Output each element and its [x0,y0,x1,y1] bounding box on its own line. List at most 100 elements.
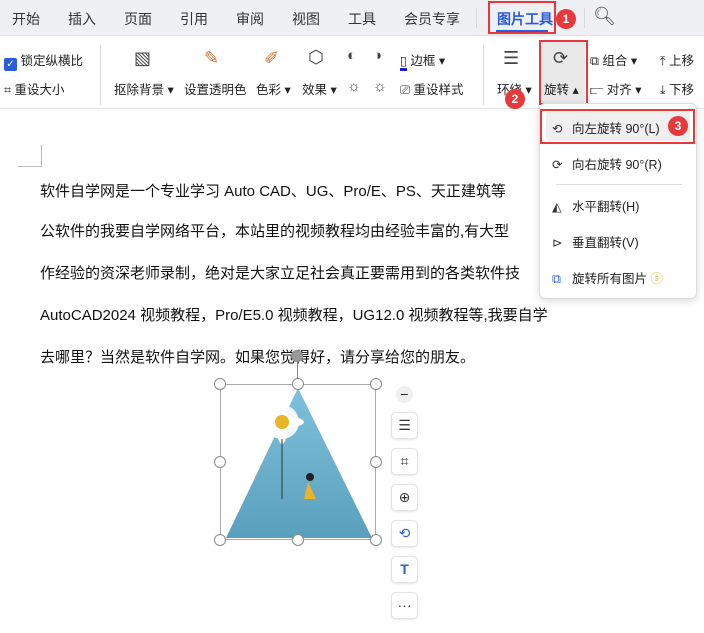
resize-handle[interactable] [214,534,226,546]
menu-item-rotate-right[interactable]: ⟳ 向右旋转 90°(R) [552,154,662,173]
tab-references[interactable]: 引用 [180,9,208,29]
remove-bg-label: 抠除背景 [114,83,165,97]
highlight-box-1 [488,1,556,34]
group-icon: ⧉ [590,54,599,68]
rotate-icon: ⟲ [398,525,411,541]
step-badge-1: 1 [556,9,576,29]
ribbon-toolbar: ✓ 锁定纵横比 ⌗ 重设大小 ▧ 抠除背景 ▾ ✎ 设置透明色 ✐ 色彩 ▾ ⬡… [0,37,704,109]
brightness-down-icon[interactable]: ☼ [373,79,387,94]
border-icon: ▯ [400,54,407,71]
checkbox-checked-icon: ✓ [4,58,17,71]
ribbon-tabs: 开始 插入 页面 引用 审阅 视图 工具 会员专享 图片工具 🔍︎ [0,0,704,36]
wrap-layout-button[interactable]: ☰ [391,412,418,439]
resize-handle[interactable] [370,456,382,468]
resize-handle[interactable] [370,378,382,390]
zoom-in-icon: ⊕ [398,489,411,505]
move-down-label: 下移 [669,83,695,97]
transparent-color-icon: ✎ [204,48,220,68]
rotate-right-label: 向右旋转 90°(R) [572,158,662,172]
move-down-button[interactable]: ⤓ 下移 [660,79,694,98]
collapse-icon[interactable]: − [396,386,413,403]
premium-icon: ⓢ [650,272,664,286]
margin-corner-mark [18,145,42,167]
reset-size-icon: ⌗ [4,83,12,97]
group-button[interactable]: ⧉ 组合 ▾ [590,50,637,69]
resize-handle[interactable] [214,456,226,468]
tab-view[interactable]: 视图 [292,9,320,29]
lock-ratio-checkbox[interactable]: ✓ 锁定纵横比 [4,50,83,71]
step-badge-3: 3 [668,116,688,136]
highlight-box-2 [539,40,588,105]
more-icon: ··· [397,597,412,613]
tab-member[interactable]: 会员专享 [404,9,460,29]
step-badge-2: 2 [505,89,525,109]
effects-button[interactable]: 效果 ▾ [302,79,337,98]
color-button[interactable]: 色彩 ▾ [256,79,291,98]
flip-vertical-icon: ⊳ [552,236,563,250]
search-icon[interactable]: 🔍︎ [593,7,616,25]
flip-v-label: 垂直翻转(V) [572,236,639,250]
lock-ratio-label: 锁定纵横比 [20,54,83,68]
rotate-all-icon: ⧉ [552,272,561,286]
tab-page[interactable]: 页面 [124,9,152,29]
remove-background-button[interactable]: 抠除背景 ▾ [114,79,174,98]
rotate-side-button[interactable]: ⟲ [391,520,418,547]
zoom-in-button[interactable]: ⊕ [391,484,418,511]
color-icon: ✐ [264,48,280,68]
doc-line: 去哪里？当然是软件自学网。如果您觉得好，请分享给您的朋友。 [40,349,476,366]
doc-line: AutoCAD2024 视频教程，Pro/E5.0 视频教程，UG12.0 视频… [40,307,548,324]
crop-icon: ⌗ [400,453,409,469]
menu-item-rotate-all[interactable]: ⧉ 旋转所有图片 ⓢ [552,268,663,287]
wrap-icon: ☰ [398,417,411,433]
text-extract-icon: T [400,561,409,577]
menu-item-flip-horizontal[interactable]: ◭ 水平翻转(H) [552,196,639,215]
crop-button[interactable]: ⌗ [391,448,418,475]
effects-icon: ⬡ [308,47,324,67]
move-up-button[interactable]: ⤒ 上移 [660,50,694,69]
brightness-up-icon[interactable]: ☼ [347,79,361,94]
rotate-right-icon: ⟳ [552,158,563,172]
color-label: 色彩 [256,83,282,97]
resize-handle[interactable] [292,378,304,390]
set-transparent-button[interactable]: 设置透明色 [184,79,247,98]
reset-style-icon: ⎚ [400,83,411,97]
tab-review[interactable]: 审阅 [236,9,264,29]
flip-horizontal-icon: ◭ [552,200,562,214]
reset-style-button[interactable]: ⎚ 重设样式 [400,79,464,98]
border-button[interactable]: ▯ 边框 ▾ [400,50,445,71]
move-up-label: 上移 [669,54,695,68]
resize-handle[interactable] [370,534,382,546]
border-label: 边框 [410,54,436,68]
doc-line: 软件自学网是一个专业学习 Auto CAD、UG、Pro/E、PS、天正建筑等 [40,183,506,200]
contrast-down-icon[interactable]: ◑ [373,48,382,63]
rotate-all-label: 旋转所有图片 [572,272,648,286]
extract-text-button[interactable]: T [391,556,418,583]
more-button[interactable]: ··· [391,592,418,619]
doc-line: 公软件的我要自学网络平台，本站里的视频教程均由经验丰富的,有大型 [40,223,510,240]
resize-handle[interactable] [214,378,226,390]
flip-h-label: 水平翻转(H) [572,200,640,214]
reset-size-label: 重设大小 [14,83,65,97]
move-down-icon: ⤓ [660,83,666,97]
align-icon: ⫍ [590,83,604,97]
reset-size-button[interactable]: ⌗ 重设大小 [4,79,65,98]
triangle-picture [226,388,372,538]
effects-label: 效果 [302,83,328,97]
resize-handle[interactable] [292,534,304,546]
reset-style-label: 重设样式 [413,83,464,97]
rotate-handle[interactable] [291,350,303,362]
doc-line: 作经验的资深老师录制，绝对是大家立足社会真正要需用到的各类软件技 [40,265,521,282]
tab-tools[interactable]: 工具 [348,9,376,29]
tab-home[interactable]: 开始 [12,9,40,29]
align-label: 对齐 [606,83,632,97]
wrap-icon: ☰ [503,48,520,68]
group-label: 组合 [602,54,628,68]
contrast-up-icon[interactable]: ◐ [347,48,356,63]
remove-background-icon: ▧ [134,48,152,68]
menu-divider [556,184,682,185]
align-button[interactable]: ⫍ 对齐 ▾ [590,79,642,98]
tab-insert[interactable]: 插入 [68,9,96,29]
selected-image[interactable] [220,384,376,540]
move-up-icon: ⤒ [660,54,666,68]
menu-item-flip-vertical[interactable]: ⊳ 垂直翻转(V) [552,232,639,251]
